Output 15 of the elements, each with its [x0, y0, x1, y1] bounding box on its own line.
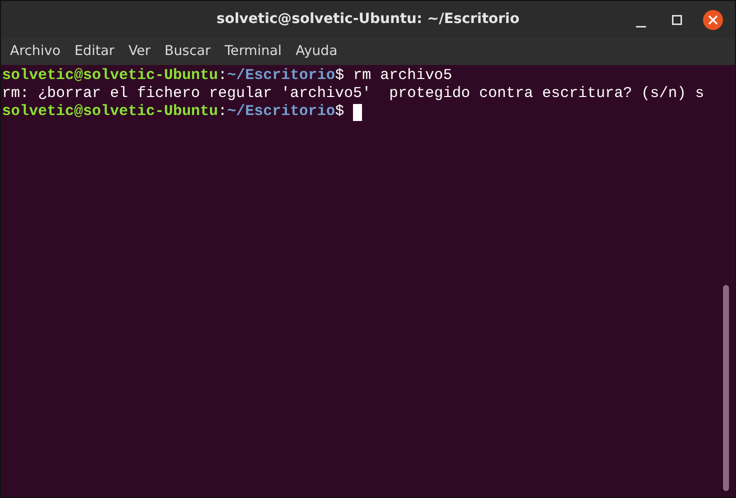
window-title: solvetic@solvetic-Ubuntu: ~/Escritorio	[216, 10, 520, 29]
terminal-line: solvetic@solvetic-Ubuntu:~/Escritorio$ rm archivo5	[2, 67, 452, 85]
menu-item[interactable]: Buscar	[157, 41, 218, 62]
menu-item[interactable]: Archivo	[3, 41, 68, 62]
menu-item[interactable]: Ver	[121, 41, 158, 62]
scrollbar-thumb[interactable]	[723, 285, 729, 491]
menu-item[interactable]: Editar	[67, 41, 122, 62]
menu-item[interactable]: Ayuda	[288, 41, 344, 62]
close-button[interactable]	[703, 10, 723, 30]
terminal-line: solvetic@solvetic-Ubuntu:~/Escritorio$	[2, 103, 346, 121]
minimize-icon	[636, 26, 646, 28]
terminal-line: rm: ¿borrar el fichero regular 'archivo5' protegido contra escritura? (s/n) s	[2, 85, 704, 103]
close-icon	[708, 15, 718, 25]
menu-item[interactable]: Terminal	[218, 41, 289, 62]
maximize-icon	[672, 15, 682, 25]
